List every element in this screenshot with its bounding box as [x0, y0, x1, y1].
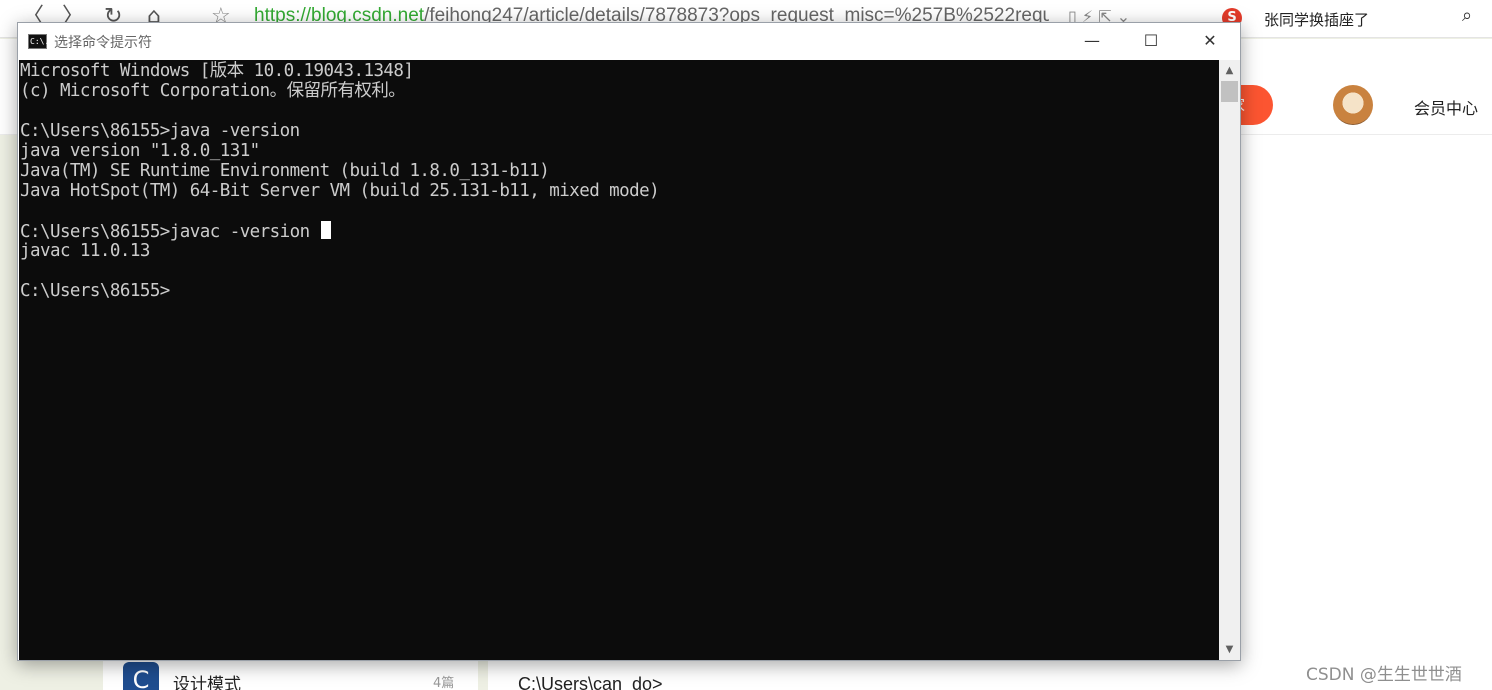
console-line: C:\Users\86155>javac -version	[20, 221, 1219, 242]
search-hint[interactable]: 张同学换插座了	[1264, 9, 1369, 30]
maximize-icon[interactable]: ☐	[1128, 27, 1174, 57]
cmd-app-icon[interactable]: C:\.	[28, 34, 49, 49]
console-line: C:\Users\86155>	[20, 281, 170, 301]
console-line: java version "1.8.0_131"	[20, 141, 260, 161]
console-line: Microsoft Windows [版本 10.0.19043.1348]	[20, 61, 414, 81]
scroll-thumb[interactable]	[1221, 81, 1238, 102]
member-center-link[interactable]: 会员中心	[1414, 95, 1478, 119]
close-icon[interactable]: ✕	[1187, 27, 1233, 57]
column-icon: C	[123, 662, 159, 690]
scroll-up-icon[interactable]: ▲	[1219, 62, 1240, 79]
column-count: 4篇	[433, 676, 455, 690]
avatar[interactable]	[1333, 85, 1373, 125]
search-icon[interactable]: ⌕	[1462, 5, 1472, 26]
watermark: CSDN @生生世世酒	[1306, 665, 1462, 685]
column-name[interactable]: 设计模式	[173, 670, 241, 690]
scrollbar[interactable]: ▲ ▼	[1219, 60, 1240, 660]
console-output[interactable]: Microsoft Windows [版本 10.0.19043.1348] (c…	[19, 60, 1219, 660]
cmd-titlebar[interactable]: C:\. 选择命令提示符 — ☐ ✕	[18, 23, 1240, 60]
console-line: javac 11.0.13	[20, 241, 150, 261]
cmd-title: 选择命令提示符	[54, 35, 152, 51]
console-line: C:\Users\86155>java -version	[20, 121, 300, 141]
minimize-icon[interactable]: —	[1069, 27, 1115, 57]
console-line: Java HotSpot(TM) 64-Bit Server VM (build…	[20, 181, 660, 201]
cmd-window: C:\. 选择命令提示符 — ☐ ✕ Microsoft Windows [版本…	[17, 22, 1241, 661]
scroll-down-icon[interactable]: ▼	[1219, 641, 1240, 658]
console-line: (c) Microsoft Corporation。保留所有权利。	[20, 81, 406, 101]
console-line: Java(TM) SE Runtime Environment (build 1…	[20, 161, 550, 181]
text-cursor	[320, 221, 331, 239]
article-code-line: C:\Users\can_do>	[518, 674, 663, 690]
